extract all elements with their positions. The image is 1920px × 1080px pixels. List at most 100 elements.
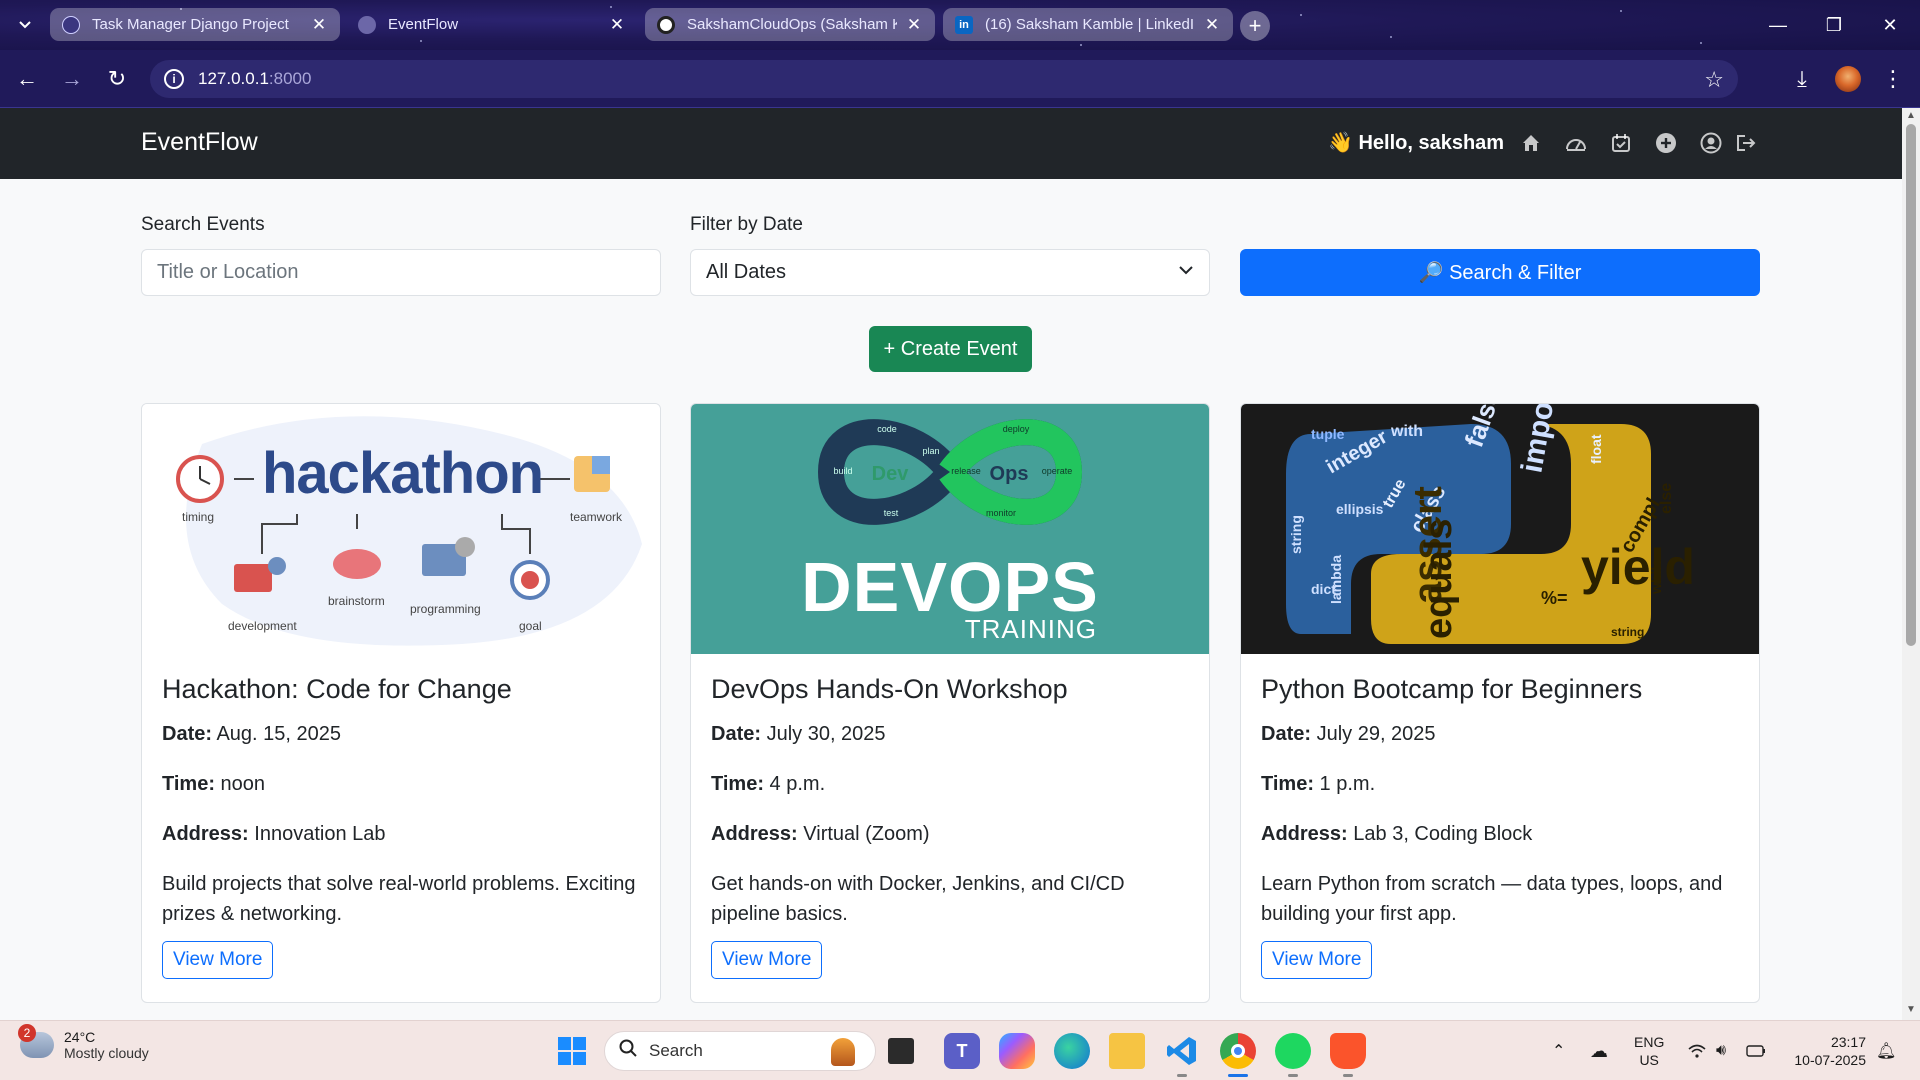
dashboard-icon[interactable]: [1563, 130, 1589, 156]
devops-image: Dev Ops code build test plan release dep…: [691, 404, 1209, 654]
event-card: Dev Ops code build test plan release dep…: [690, 403, 1210, 1003]
home-icon[interactable]: [1518, 130, 1544, 156]
forward-button[interactable]: →: [57, 64, 87, 94]
close-tab-icon[interactable]: ✕: [310, 15, 328, 35]
view-more-button[interactable]: View More: [162, 941, 274, 979]
logout-icon[interactable]: [1733, 130, 1759, 156]
search-input[interactable]: Title or Location: [141, 249, 661, 296]
event-title: DevOps Hands-On Workshop: [711, 674, 1068, 704]
site-info-icon[interactable]: i: [164, 69, 184, 89]
field-value: Lab 3, Coding Block: [1353, 823, 1533, 845]
vscode-icon[interactable]: [1164, 1033, 1200, 1069]
edge-icon[interactable]: [1054, 1033, 1090, 1069]
weather-widget[interactable]: 2 24°C Mostly cloudy: [18, 1024, 149, 1061]
tab-title: EventFlow: [388, 16, 459, 33]
scrollbar-thumb[interactable]: [1906, 124, 1916, 646]
page-scrollbar[interactable]: ▲ ▼: [1902, 108, 1920, 1020]
downloads-icon[interactable]: ⤓: [1787, 64, 1817, 94]
loop-label: plan: [922, 446, 939, 456]
field-value: 4 p.m.: [769, 773, 826, 795]
tab-linkedin[interactable]: in (16) Saksham Kamble | LinkedIn ✕: [943, 8, 1233, 41]
event-date: Date: July 30, 2025: [711, 719, 1189, 749]
bookmark-star-icon[interactable]: ☆: [1704, 67, 1724, 93]
running-indicator: [1228, 1074, 1248, 1077]
word-cloud-word: with: [1390, 423, 1423, 440]
hackathon-wordmark: hackathon: [262, 441, 544, 506]
cloud-icon: 2: [18, 1024, 54, 1058]
page-viewport: EventFlow 👋 Hello, saksham Search Events…: [0, 108, 1902, 1020]
browser-menu-icon[interactable]: ⋮: [1878, 64, 1908, 94]
github-icon: [657, 15, 675, 34]
address-bar[interactable]: i 127.0.0.1:8000 ☆: [150, 60, 1738, 98]
chrome-center-icon: [1231, 1044, 1245, 1058]
chrome-icon[interactable]: [1220, 1033, 1256, 1069]
add-circle-icon[interactable]: [1653, 130, 1679, 156]
url-host: 127.0.0.1: [198, 69, 269, 88]
globe-icon: [358, 15, 376, 34]
new-tab-button[interactable]: +: [1240, 11, 1270, 41]
wifi-icon[interactable]: [1688, 1021, 1706, 1080]
user-greeting: 👋 Hello, saksham: [1328, 132, 1505, 154]
view-more-button[interactable]: View More: [711, 941, 823, 979]
devops-ops-label: Ops: [990, 463, 1029, 485]
maximize-button[interactable]: ❐: [1806, 0, 1862, 50]
tab-eventflow[interactable]: EventFlow ✕: [346, 8, 638, 41]
brave-icon[interactable]: [1330, 1033, 1366, 1069]
close-tab-icon[interactable]: ✕: [608, 15, 626, 35]
event-card: hackathon timing teamwork brainstorm pro…: [141, 403, 661, 1003]
python-word-cloud: tuplewithfalseyieldimportintegerellipsis…: [1286, 404, 1695, 644]
taskbar-search[interactable]: Search: [604, 1031, 876, 1071]
tab-task-manager[interactable]: Task Manager Django Project ✕: [50, 8, 340, 41]
tray-overflow-icon[interactable]: ⌃: [1552, 1021, 1565, 1080]
volume-icon[interactable]: 🔊︎: [1716, 1021, 1726, 1080]
event-title: Python Bootcamp for Beginners: [1261, 674, 1643, 704]
scroll-up-arrow-icon[interactable]: ▲: [1905, 110, 1917, 121]
card-body: DevOps Hands-On Workshop Date: July 30, …: [711, 674, 1189, 979]
profile-avatar[interactable]: [1833, 64, 1863, 94]
weather-desc: Mostly cloudy: [64, 1045, 149, 1061]
file-explorer-icon[interactable]: [1109, 1033, 1145, 1069]
search-filter-button[interactable]: 🔎 Search & Filter: [1240, 249, 1760, 296]
hackathon-image: hackathon timing teamwork brainstorm pro…: [142, 404, 660, 654]
create-event-button[interactable]: + Create Event: [869, 326, 1032, 372]
lang-bottom: US: [1639, 1052, 1659, 1068]
minimize-button[interactable]: —: [1750, 0, 1806, 50]
tab-title: (16) Saksham Kamble | LinkedIn: [985, 16, 1195, 33]
battery-icon[interactable]: [1746, 1021, 1766, 1080]
close-window-button[interactable]: ✕: [1862, 0, 1918, 50]
profile-icon[interactable]: [1698, 130, 1724, 156]
view-more-button[interactable]: View More: [1261, 941, 1373, 979]
notification-badge: 2: [18, 1024, 36, 1042]
event-address: Address: Innovation Lab: [162, 819, 640, 849]
notifications-bell-icon[interactable]: 🔔︎: [1876, 1021, 1896, 1080]
onedrive-icon[interactable]: ☁: [1590, 1021, 1608, 1080]
field-value: Innovation Lab: [254, 823, 386, 845]
loop-label: build: [833, 466, 852, 476]
field-label: Time:: [711, 773, 764, 795]
back-button[interactable]: ←: [12, 64, 42, 94]
loop-label: operate: [1042, 466, 1073, 476]
tab-search-menu-icon[interactable]: [12, 12, 38, 38]
copilot-icon[interactable]: [999, 1033, 1035, 1069]
close-tab-icon[interactable]: ✕: [905, 15, 923, 35]
brand-link[interactable]: EventFlow: [141, 128, 258, 157]
python-image: tuplewithfalseyieldimportintegerellipsis…: [1241, 404, 1759, 654]
close-tab-icon[interactable]: ✕: [1203, 15, 1221, 35]
app-navbar: EventFlow 👋 Hello, saksham: [0, 108, 1902, 179]
loop-label: test: [884, 508, 899, 518]
scroll-down-arrow-icon[interactable]: ▼: [1905, 1004, 1917, 1015]
calendar-icon[interactable]: [1608, 130, 1634, 156]
clock[interactable]: 23:17 10-07-2025: [1786, 1021, 1866, 1080]
reload-button[interactable]: ↻: [102, 64, 132, 94]
task-view-icon[interactable]: [888, 1038, 914, 1064]
spotify-icon[interactable]: [1275, 1033, 1311, 1069]
word-cloud-word: %=: [1541, 588, 1568, 608]
browser-tab-strip: Task Manager Django Project ✕ EventFlow …: [0, 0, 1920, 50]
field-label: Date:: [711, 723, 762, 745]
tab-github[interactable]: SakshamCloudOps (Saksham K ✕: [645, 8, 935, 41]
date-filter-select[interactable]: All Dates: [690, 249, 1210, 296]
teams-icon[interactable]: T: [944, 1033, 980, 1069]
loop-label: release: [951, 466, 981, 476]
language-indicator[interactable]: ENG US: [1634, 1021, 1664, 1080]
start-button[interactable]: [554, 1033, 590, 1069]
